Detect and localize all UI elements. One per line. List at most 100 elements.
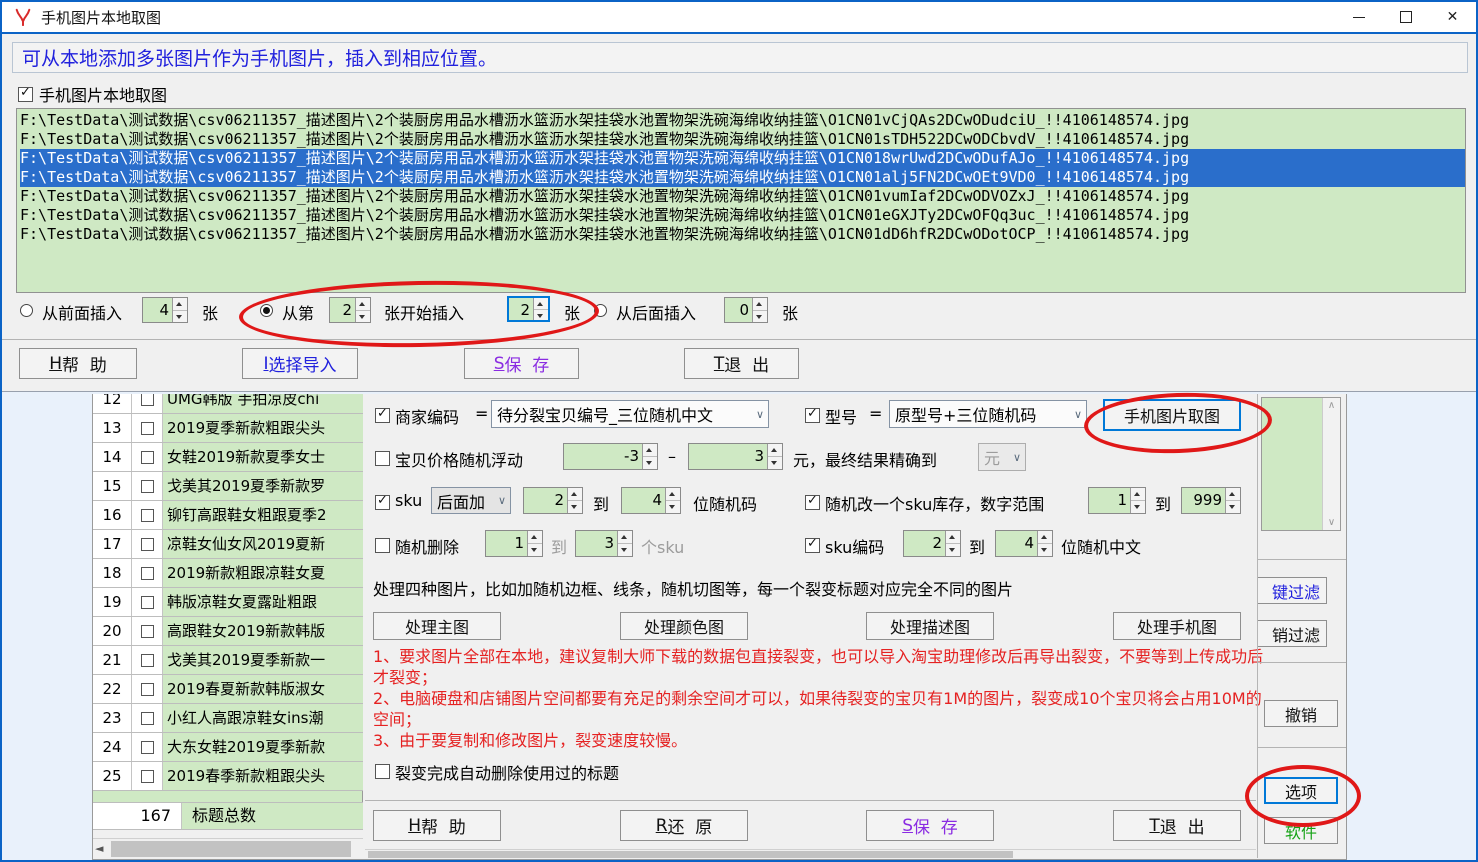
undo-button[interactable]: 撤销 bbox=[1264, 700, 1338, 727]
insert-front-radio[interactable] bbox=[20, 304, 33, 317]
spinner-down-icon[interactable] bbox=[173, 311, 187, 323]
spinner-up-icon[interactable] bbox=[173, 298, 187, 311]
spinner-up-icon[interactable] bbox=[946, 531, 960, 544]
file-item[interactable]: F:\TestData\测试数据\csv06211357_描述图片\2个装厨房用… bbox=[20, 111, 1465, 130]
scrollbar-thumb[interactable] bbox=[368, 851, 1013, 858]
price-high-spinner[interactable]: 3 bbox=[688, 443, 783, 470]
spinner-up-icon[interactable] bbox=[356, 298, 370, 311]
row-checkbox[interactable] bbox=[141, 712, 154, 725]
spinner-up-icon[interactable] bbox=[666, 488, 680, 501]
table-row[interactable]: 252019春季新款粗跟尖头 bbox=[93, 762, 363, 791]
row-checkbox-cell[interactable] bbox=[132, 617, 163, 645]
row-checkbox-cell[interactable] bbox=[132, 394, 163, 413]
main-save-button[interactable]: S保 存 bbox=[866, 810, 994, 841]
spinner-up-icon[interactable] bbox=[1038, 531, 1052, 544]
software-button[interactable]: 软件 bbox=[1264, 817, 1338, 844]
spinner-down-icon[interactable] bbox=[946, 544, 960, 556]
file-item[interactable]: F:\TestData\测试数据\csv06211357_描述图片\2个装厨房用… bbox=[20, 149, 1465, 168]
help-button[interactable]: H帮 助 bbox=[19, 348, 137, 379]
restore-button[interactable]: R还 原 bbox=[620, 810, 748, 841]
phone-image-capture-button[interactable]: 手机图片取图 bbox=[1103, 399, 1241, 431]
row-checkbox[interactable] bbox=[141, 596, 154, 609]
list-area[interactable] bbox=[1262, 398, 1322, 530]
main-help-button[interactable]: H帮 助 bbox=[373, 810, 501, 841]
options-button[interactable]: 选项 bbox=[1264, 777, 1338, 804]
process-phone-image-button[interactable]: 处理手机图 bbox=[1113, 612, 1241, 640]
row-checkbox[interactable] bbox=[141, 567, 154, 580]
stock-to-spinner[interactable]: 999 bbox=[1181, 487, 1241, 514]
model-checkbox[interactable] bbox=[805, 408, 820, 423]
row-checkbox-cell[interactable] bbox=[132, 675, 163, 703]
row-checkbox-cell[interactable] bbox=[132, 443, 163, 471]
sku-code-to-spinner[interactable]: 4 bbox=[995, 530, 1053, 557]
table-row[interactable]: 24大东女鞋2019夏季新款 bbox=[93, 733, 363, 762]
file-item[interactable]: F:\TestData\测试数据\csv06211357_描述图片\2个装厨房用… bbox=[20, 187, 1465, 206]
spinner-down-icon[interactable] bbox=[643, 457, 657, 469]
spinner-up-icon[interactable] bbox=[1131, 488, 1145, 501]
spinner-up-icon[interactable] bbox=[753, 298, 767, 311]
sku-mode-dropdown[interactable]: 后面加∨ bbox=[431, 487, 511, 514]
row-checkbox-cell[interactable] bbox=[132, 733, 163, 761]
row-checkbox[interactable] bbox=[141, 683, 154, 696]
row-checkbox[interactable] bbox=[141, 538, 154, 551]
scroll-left-icon[interactable]: ◄ bbox=[95, 842, 103, 855]
maximize-button[interactable] bbox=[1382, 2, 1429, 32]
insert-back-radio[interactable] bbox=[594, 304, 607, 317]
close-button[interactable]: ✕ bbox=[1429, 2, 1476, 32]
table-horizontal-scrollbar[interactable]: ◄ bbox=[93, 838, 363, 858]
insert-middle-count-spinner[interactable]: 2 bbox=[507, 296, 550, 322]
spinner-down-icon[interactable] bbox=[1226, 501, 1240, 513]
sku-code-from-spinner[interactable]: 2 bbox=[903, 530, 961, 557]
row-checkbox[interactable] bbox=[141, 422, 154, 435]
spinner-down-icon[interactable] bbox=[528, 544, 542, 556]
spinner-up-icon[interactable] bbox=[1226, 488, 1240, 501]
row-checkbox[interactable] bbox=[141, 394, 154, 406]
model-dropdown[interactable]: 原型号+三位随机码∨ bbox=[889, 400, 1087, 428]
row-checkbox-cell[interactable] bbox=[132, 559, 163, 587]
scroll-down-icon[interactable]: ∨ bbox=[1323, 517, 1340, 528]
row-checkbox-cell[interactable] bbox=[132, 762, 163, 790]
vertical-scrollbar[interactable]: ∧ ∨ bbox=[1322, 398, 1340, 530]
delete-from-spinner[interactable]: 1 bbox=[485, 530, 543, 557]
spinner-down-icon[interactable] bbox=[753, 311, 767, 323]
spinner-down-icon[interactable] bbox=[666, 501, 680, 513]
table-row[interactable]: 23小红人高跟凉鞋女ins潮 bbox=[93, 704, 363, 733]
delete-to-spinner[interactable]: 3 bbox=[575, 530, 633, 557]
panel-horizontal-scrollbar[interactable] bbox=[365, 849, 1256, 858]
price-float-checkbox[interactable] bbox=[375, 451, 390, 466]
process-main-image-button[interactable]: 处理主图 bbox=[373, 612, 501, 640]
insert-middle-radio[interactable] bbox=[260, 304, 273, 317]
row-checkbox[interactable] bbox=[141, 741, 154, 754]
row-checkbox[interactable] bbox=[141, 451, 154, 464]
spinner-down-icon[interactable] bbox=[534, 310, 548, 321]
undo-filter-button[interactable]: 销过滤 bbox=[1257, 620, 1327, 647]
source-checkbox[interactable] bbox=[18, 87, 33, 102]
exit-button[interactable]: T退 出 bbox=[684, 348, 799, 379]
spinner-down-icon[interactable] bbox=[568, 501, 582, 513]
row-checkbox-cell[interactable] bbox=[132, 530, 163, 558]
process-desc-image-button[interactable]: 处理描述图 bbox=[866, 612, 994, 640]
source-checkbox-row[interactable]: 手机图片本地取图 bbox=[18, 82, 167, 106]
stock-checkbox[interactable] bbox=[805, 495, 820, 510]
table-row[interactable]: 182019新款粗跟凉鞋女夏 bbox=[93, 559, 363, 588]
row-checkbox-cell[interactable] bbox=[132, 646, 163, 674]
spinner-down-icon[interactable] bbox=[356, 311, 370, 323]
random-delete-checkbox[interactable] bbox=[375, 538, 390, 553]
sku-digits-to-spinner[interactable]: 4 bbox=[621, 487, 681, 514]
main-exit-button[interactable]: T退 出 bbox=[1113, 810, 1241, 841]
table-row[interactable]: 20高跟鞋女2019新款韩版 bbox=[93, 617, 363, 646]
spinner-down-icon[interactable] bbox=[618, 544, 632, 556]
spinner-up-icon[interactable] bbox=[643, 444, 657, 457]
spinner-down-icon[interactable] bbox=[1131, 501, 1145, 513]
insert-front-spinner[interactable]: 4 bbox=[142, 297, 188, 323]
table-row[interactable]: 12UMG韩版 手拍凉皮chi bbox=[93, 394, 363, 414]
row-checkbox[interactable] bbox=[141, 625, 154, 638]
save-button[interactable]: S保 存 bbox=[464, 348, 579, 379]
price-low-spinner[interactable]: -3 bbox=[563, 443, 658, 470]
sku-digits-from-spinner[interactable]: 2 bbox=[523, 487, 583, 514]
row-checkbox-cell[interactable] bbox=[132, 704, 163, 732]
spinner-up-icon[interactable] bbox=[618, 531, 632, 544]
spinner-up-icon[interactable] bbox=[528, 531, 542, 544]
merchant-code-checkbox[interactable] bbox=[375, 408, 390, 423]
row-checkbox[interactable] bbox=[141, 654, 154, 667]
